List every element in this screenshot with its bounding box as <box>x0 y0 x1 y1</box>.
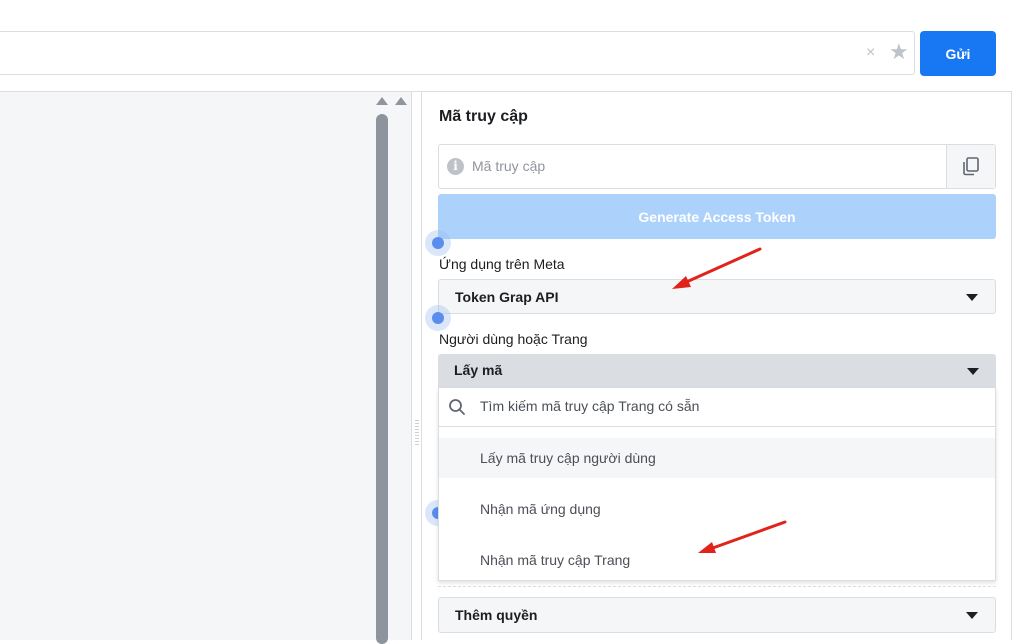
scroll-up-arrow-icon[interactable] <box>376 97 388 105</box>
annotation-arrow-icon <box>672 247 762 289</box>
user-or-page-value: Lấy mã <box>454 362 503 378</box>
caret-down-icon <box>966 612 978 619</box>
panel-border <box>1011 92 1012 640</box>
user-or-page-label: Người dùng hoặc Trang <box>439 331 588 347</box>
option-label: Lấy mã truy cập người dùng <box>480 450 656 466</box>
response-pane <box>0 92 412 640</box>
divider <box>438 586 996 587</box>
scrollbar-thumb[interactable] <box>376 114 388 644</box>
scroll-up-arrow-icon[interactable] <box>395 97 407 105</box>
app-select-value: Token Grap API <box>455 289 559 305</box>
option-label: Nhận mã ứng dụng <box>480 501 601 517</box>
caret-down-icon <box>967 368 979 375</box>
dropdown-search[interactable]: Tìm kiếm mã truy cập Trang có sẵn <box>439 388 995 427</box>
access-token-title: Mã truy cập <box>439 108 528 125</box>
info-icon: i <box>447 158 464 175</box>
user-or-page-select[interactable]: Lấy mã <box>438 354 996 388</box>
search-icon <box>449 399 465 415</box>
add-permissions-value: Thêm quyền <box>455 607 538 623</box>
submit-button[interactable]: Gửi <box>920 31 996 76</box>
option-label: Nhận mã truy cập Trang <box>480 552 631 568</box>
annotation-arrow-icon <box>698 520 787 553</box>
generate-access-token-button[interactable]: Generate Access Token <box>438 194 996 239</box>
add-permissions-select[interactable]: Thêm quyền <box>438 597 996 633</box>
dropdown-search-input[interactable]: Tìm kiếm mã truy cập Trang có sẵn <box>480 398 699 414</box>
clear-icon[interactable]: × <box>866 45 875 61</box>
app-select-label: Ứng dụng trên Meta <box>439 256 565 272</box>
splitter-grip-icon[interactable] <box>415 420 419 446</box>
step-dot <box>425 230 451 256</box>
copy-icon[interactable] <box>961 156 981 176</box>
star-icon[interactable]: ★ <box>889 41 909 63</box>
option-get-user-token[interactable]: Lấy mã truy cập người dùng <box>439 438 995 478</box>
step-dot <box>425 305 451 331</box>
access-token-placeholder: Mã truy cập <box>472 158 546 174</box>
caret-down-icon <box>966 294 978 301</box>
graph-path-input[interactable] <box>0 31 915 75</box>
pane-splitter[interactable] <box>412 92 422 640</box>
